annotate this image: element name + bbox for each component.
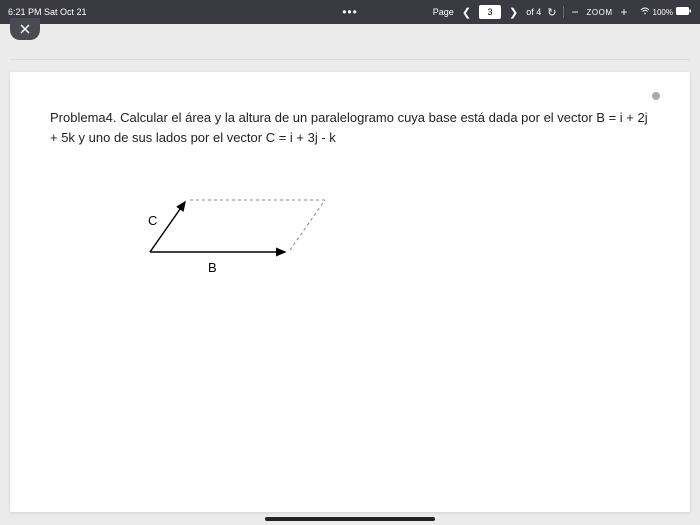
home-indicator[interactable] <box>265 517 435 521</box>
status-time: 6:21 PM Sat Oct 21 <box>8 7 87 17</box>
divider <box>563 6 564 18</box>
next-page-button[interactable]: ❯ <box>507 6 520 19</box>
page-number-input[interactable] <box>479 5 501 19</box>
label-b: B <box>208 260 217 275</box>
label-c: C <box>148 213 157 228</box>
separator <box>10 59 690 60</box>
zoom-in-button[interactable]: + <box>619 5 630 19</box>
wifi-icon <box>640 7 650 17</box>
parallelogram-diagram: C B <box>130 187 650 282</box>
more-icon[interactable]: ••• <box>342 5 358 19</box>
page-total-label: of 4 <box>526 7 541 17</box>
problem-text: Problema4. Calcular el área y la altura … <box>50 108 650 147</box>
page-label: Page <box>433 7 454 17</box>
page-marker-dot <box>652 92 660 100</box>
top-toolbar: 6:21 PM Sat Oct 21 ••• Page ❮ ❯ of 4 ↻ −… <box>0 0 700 24</box>
close-button[interactable] <box>10 18 40 40</box>
prev-page-button[interactable]: ❮ <box>460 6 473 19</box>
zoom-out-button[interactable]: − <box>570 5 581 19</box>
content-area: Problema4. Calcular el área y la altura … <box>0 24 700 525</box>
battery-percent: 100% <box>653 8 673 17</box>
zoom-label: ZOOM <box>587 8 613 17</box>
refresh-icon[interactable]: ↻ <box>547 6 556 19</box>
battery-icon <box>676 7 692 17</box>
document-page: Problema4. Calcular el área y la altura … <box>10 72 690 512</box>
